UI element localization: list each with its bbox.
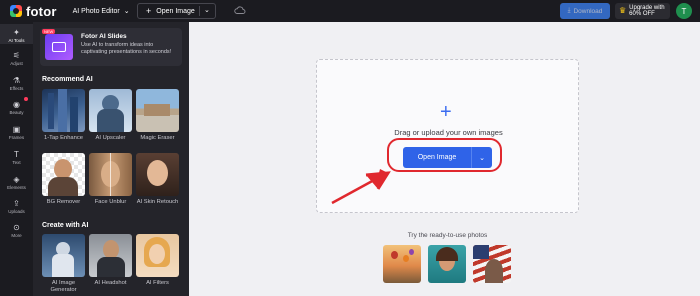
tool-ai-skin-retouch[interactable]: AI Skin Retouch <box>136 153 179 206</box>
sample-photo-balloons[interactable] <box>383 245 421 283</box>
tool-thumbnail <box>136 89 179 132</box>
tool-ai-image-generator[interactable]: AI Image Generator <box>42 234 85 294</box>
create-with-ai-heading: Create with AI <box>42 222 89 229</box>
upgrade-text: Upgrade with 60% OFF <box>629 5 664 18</box>
tool-ai-upscaler[interactable]: AI Upscaler <box>89 89 132 142</box>
sliders-icon: ⚟ <box>12 50 21 60</box>
tool-label: Face Unblur <box>94 199 127 205</box>
text-icon: T <box>14 149 19 159</box>
rail-item-adjust[interactable]: ⚟ Adjust <box>0 50 33 67</box>
tool-bg-remover[interactable]: BG Remover <box>42 153 85 206</box>
rail-item-label: Adjust <box>10 61 23 66</box>
ai-tools-panel: NEW Fotor AI Slides Use AI to transform … <box>33 22 189 296</box>
rail-item-label: Text <box>12 160 21 165</box>
ai-slides-promo-card[interactable]: NEW Fotor AI Slides Use AI to transform … <box>40 28 182 66</box>
sample-photo-flag[interactable] <box>473 245 511 283</box>
sample-photo-portrait[interactable] <box>428 245 466 283</box>
upgrade-line-1: Upgrade with <box>629 4 665 11</box>
upload-icon: ⇪ <box>13 198 20 208</box>
tool-label: AI Image Generator <box>50 280 77 293</box>
download-icon: ⤓ <box>567 7 571 14</box>
cloud-icon[interactable] <box>234 5 246 15</box>
crown-icon: ♛ <box>619 5 627 15</box>
rail-item-label: Beauty <box>9 110 24 115</box>
tool-label: AI Skin Retouch <box>136 199 179 205</box>
promo-title: Fotor AI Slides <box>81 33 127 40</box>
rail-item-text[interactable]: T Text <box>0 149 33 166</box>
tool-magic-eraser[interactable]: Magic Eraser <box>136 89 179 142</box>
top-open-image-label: Open Image <box>156 7 195 15</box>
rail-item-elements[interactable]: ◈ Elements <box>0 174 33 191</box>
slides-thumbnail <box>45 34 73 60</box>
flask-icon: ⚗ <box>12 75 21 85</box>
tool-thumbnail <box>42 234 85 277</box>
annotation-highlight-circle <box>387 138 502 172</box>
rail-item-label: More <box>11 233 22 238</box>
download-button[interactable]: ⤓ Download <box>560 3 610 19</box>
tool-label: AI Headshot <box>94 280 127 286</box>
top-open-image-button[interactable]: + Open Image ⌄ <box>137 3 216 19</box>
ready-photos-heading: Try the ready-to-use photos <box>407 232 488 239</box>
left-tool-rail: ✦ AI Tools ⚟ Adjust ⚗ Effects ◉ Beauty ▣… <box>0 22 33 296</box>
tool-ai-filters[interactable]: AI Filters <box>136 234 179 287</box>
upgrade-button[interactable]: ♛ Upgrade with 60% OFF <box>615 3 670 19</box>
download-label: Download <box>573 7 603 15</box>
editor-mode-dropdown[interactable]: AI Photo Editor ⌄ <box>72 7 130 16</box>
slides-icon <box>52 42 66 52</box>
wand-icon: ✦ <box>13 27 20 37</box>
recommend-ai-heading: Recommend AI <box>42 76 93 83</box>
chevron-down-icon[interactable]: ⌄ <box>204 6 210 14</box>
frame-icon: ▣ <box>12 124 21 134</box>
rail-item-ai-tools[interactable]: ✦ AI Tools <box>0 24 33 44</box>
plus-icon: + <box>146 6 152 16</box>
promo-description: Use AI to transform ideas into captivati… <box>81 42 172 55</box>
tool-1-tap-enhance[interactable]: 1-Tap Enhance <box>42 89 85 142</box>
rail-item-beauty[interactable]: ◉ Beauty <box>0 99 33 116</box>
rail-item-label: AI Tools <box>8 38 25 43</box>
more-icon: ⊙ <box>13 222 20 232</box>
rail-item-label: Effects <box>9 86 24 91</box>
chevron-down-icon: ⌄ <box>123 8 130 15</box>
sample-thumbnail <box>473 245 511 283</box>
tool-thumbnail <box>89 153 132 196</box>
upgrade-line-2: 60% OFF <box>629 11 655 17</box>
eye-icon: ◉ <box>13 99 20 109</box>
fotor-logo[interactable]: fotor <box>10 4 57 19</box>
tool-thumbnail <box>136 234 179 277</box>
logo-text: fotor <box>26 3 57 19</box>
rail-item-label: Uploads <box>8 209 25 214</box>
beauty-new-dot <box>24 97 28 101</box>
rail-item-effects[interactable]: ⚗ Effects <box>0 75 33 92</box>
tool-thumbnail <box>42 89 85 132</box>
tool-label: BG Remover <box>46 199 81 205</box>
shapes-icon: ◈ <box>13 174 20 184</box>
plus-icon: + <box>440 101 452 123</box>
annotation-arrow-icon <box>331 169 391 205</box>
tool-ai-headshot[interactable]: AI Headshot <box>89 234 132 287</box>
user-avatar[interactable]: T <box>676 3 692 19</box>
tool-label: AI Upscaler <box>95 135 126 141</box>
rail-item-label: Frames <box>8 135 25 140</box>
dropzone-text: Drag or upload your own images <box>394 128 503 137</box>
rail-item-label: Elements <box>7 185 26 190</box>
rail-item-uploads[interactable]: ⇪ Uploads <box>0 198 33 215</box>
tool-label: 1-Tap Enhance <box>44 135 83 141</box>
tool-thumbnail <box>136 153 179 196</box>
tool-face-unblur[interactable]: Face Unblur <box>89 153 132 206</box>
sample-thumbnail <box>428 245 466 283</box>
rail-item-more[interactable]: ⊙ More <box>0 222 33 239</box>
fotor-logo-mark <box>10 5 22 17</box>
new-badge: NEW <box>42 29 56 34</box>
divider <box>199 6 200 16</box>
sample-thumbnail <box>383 245 421 283</box>
rail-item-frames[interactable]: ▣ Frames <box>0 124 33 141</box>
tool-label: Magic Eraser <box>140 135 175 141</box>
tool-thumbnail <box>89 89 132 132</box>
tool-label: AI Filters <box>146 280 169 286</box>
tool-thumbnail <box>42 153 85 196</box>
editor-mode-label: AI Photo Editor <box>72 7 120 15</box>
tool-thumbnail <box>89 234 132 277</box>
